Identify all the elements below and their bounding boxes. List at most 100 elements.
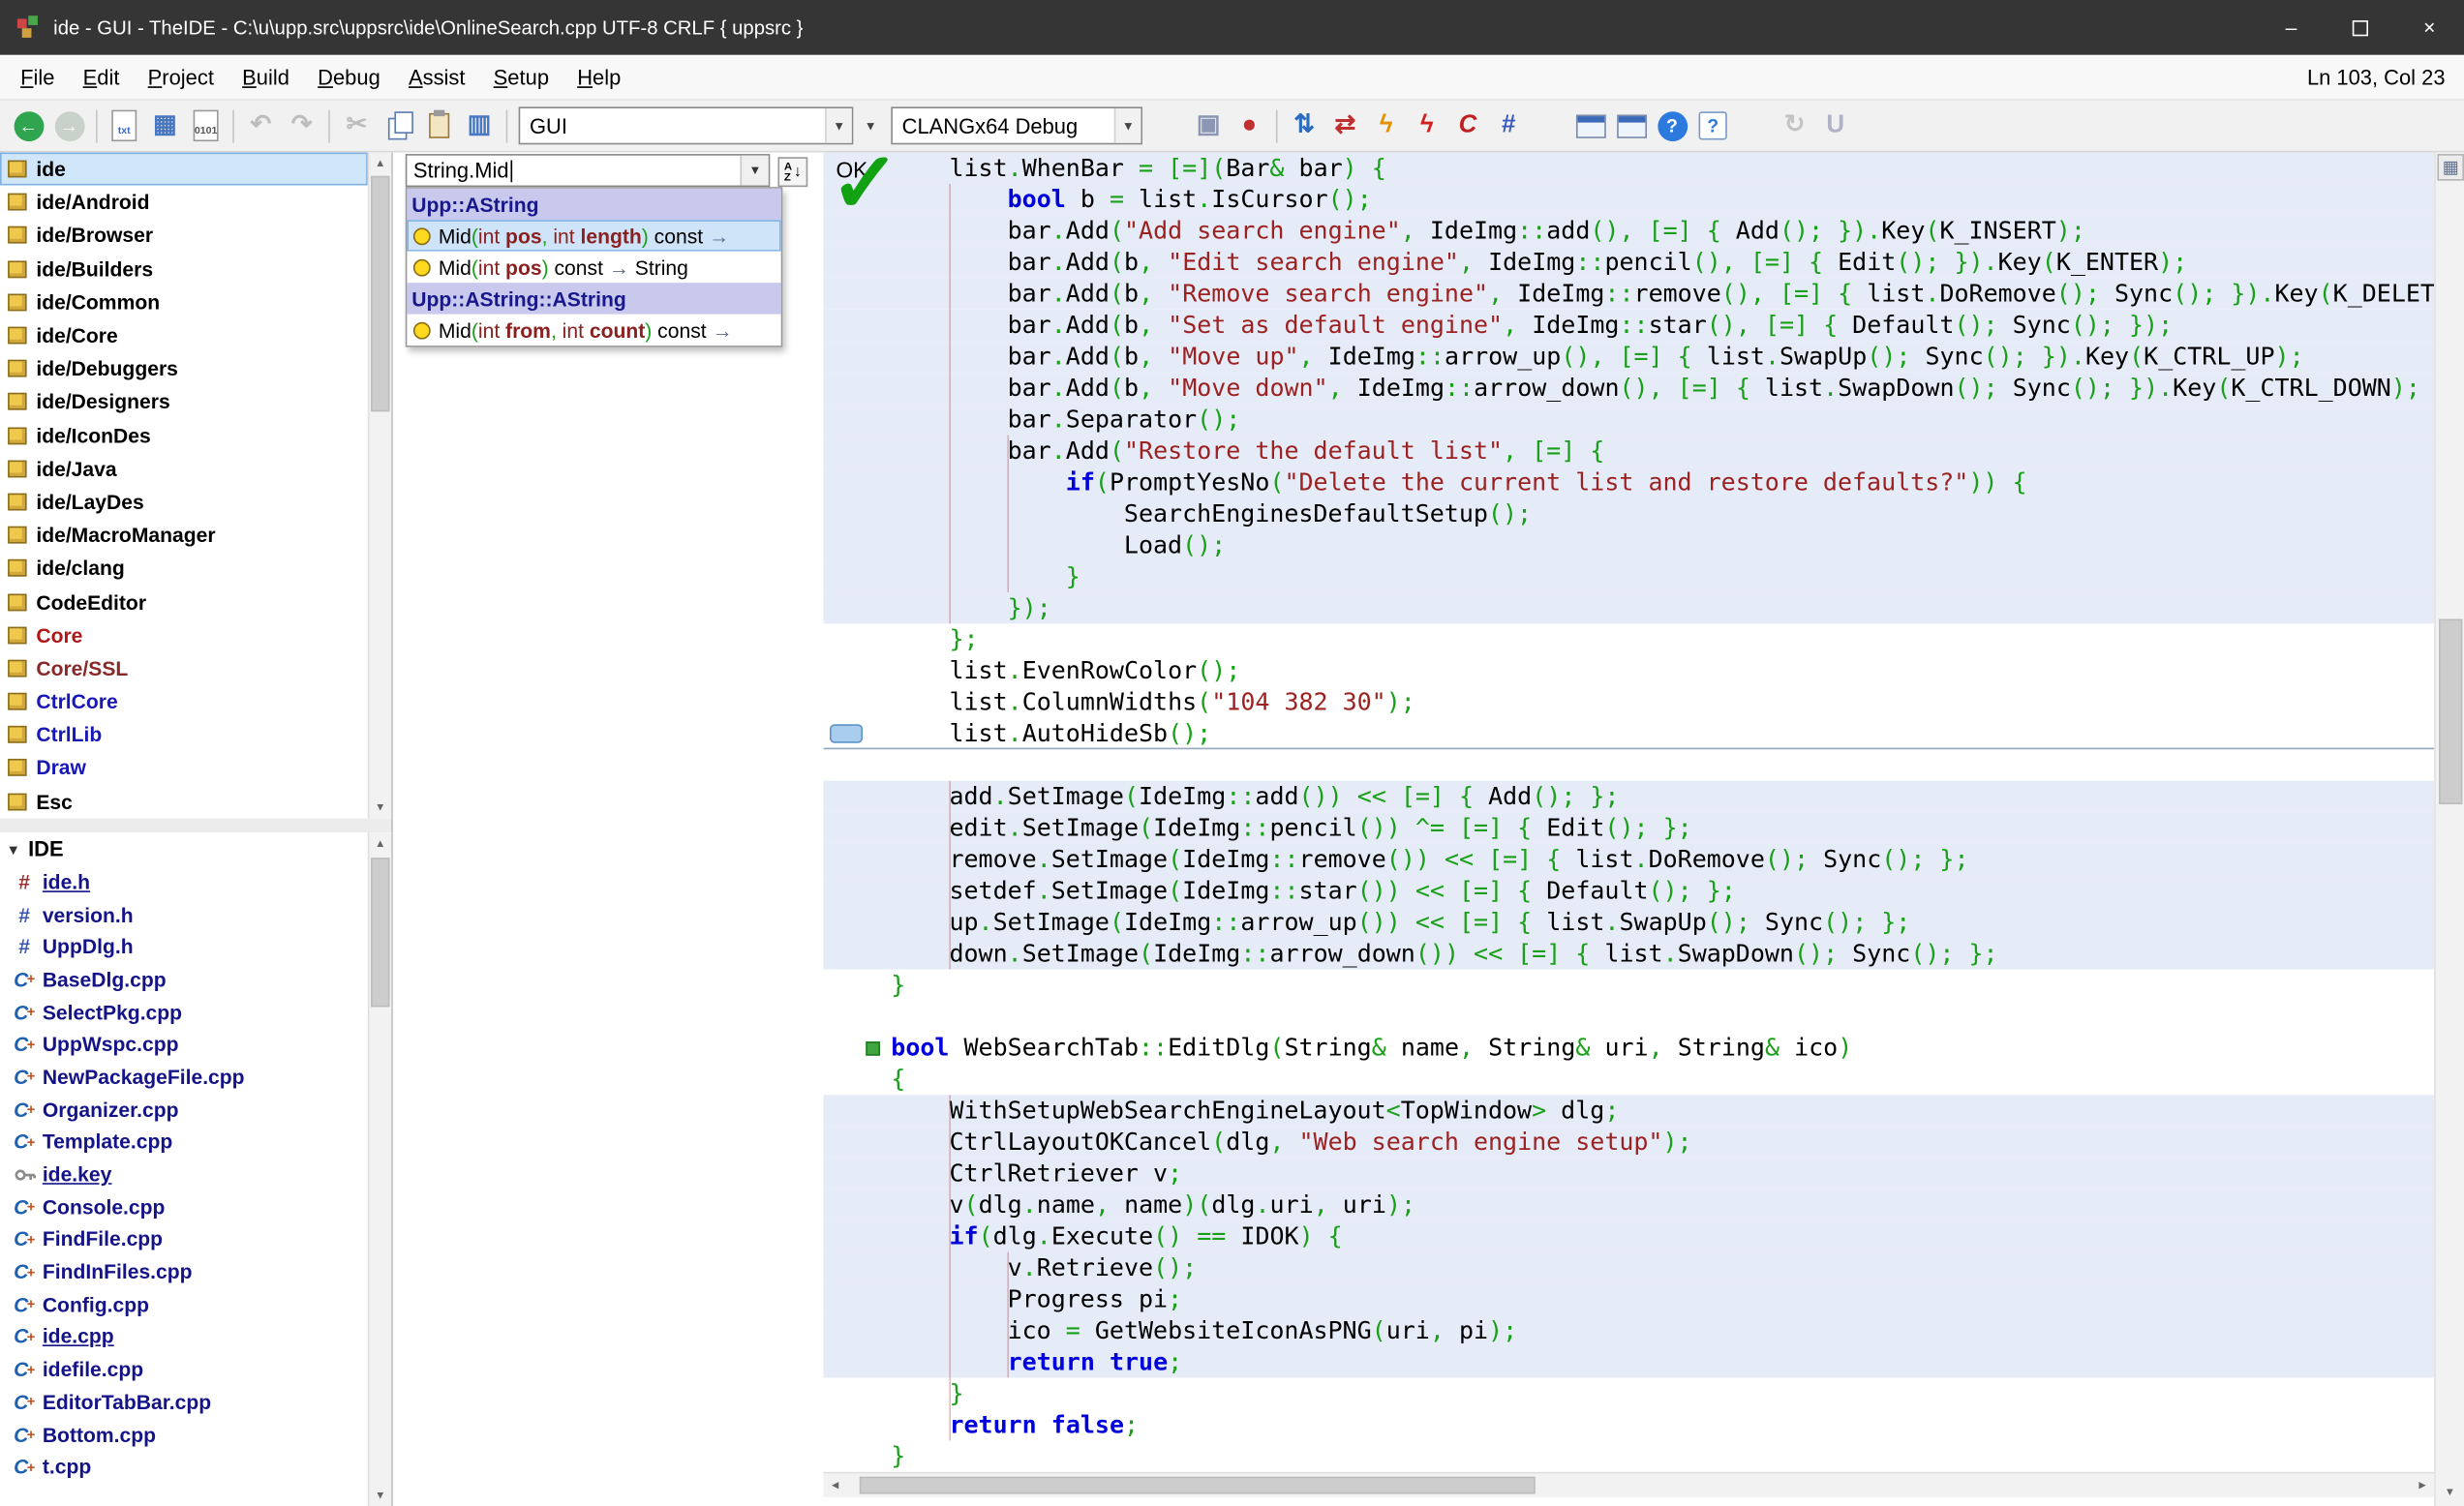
code-line[interactable] (823, 1001, 2434, 1032)
package-item[interactable]: ide/LayDes (0, 485, 368, 518)
code-line[interactable]: bool WebSearchTab::EditDlg(String& name,… (823, 1032, 2434, 1063)
code-line[interactable]: ico = GetWebsiteIconAsPNG(uri, pi); (823, 1315, 2434, 1346)
scrollbar-thumb[interactable] (371, 176, 389, 411)
code-line[interactable]: add.SetImage(IdeImg::add()) << [=] { Add… (823, 781, 2434, 812)
code-line[interactable]: if(dlg.Execute() == IDOK) { (823, 1220, 2434, 1251)
package-item[interactable]: ide/Android (0, 186, 368, 219)
editor-hscrollbar[interactable]: ◂ ▸ (823, 1472, 2434, 1497)
package-cherry-button[interactable]: ● (1229, 105, 1269, 146)
help-button[interactable]: ? (1652, 105, 1692, 146)
package-item[interactable]: ide/Core (0, 318, 368, 351)
package-scrollbar[interactable]: ▲ ▼ (368, 152, 391, 818)
code-line[interactable]: v.Retrieve(); (823, 1252, 2434, 1283)
package-item[interactable]: ide/Builders (0, 253, 368, 286)
binary-file-button[interactable]: 0101 (186, 105, 227, 146)
scroll-down-icon[interactable]: ▼ (2436, 1482, 2464, 1504)
code-line[interactable]: list.AutoHideSb(); (823, 718, 2434, 749)
sync-files-button[interactable]: ⇅ (1284, 105, 1324, 146)
build-method-combo[interactable]: CLANGx64 Debug▼ (891, 106, 1142, 144)
file-item[interactable]: C+t.cpp (0, 1451, 368, 1484)
cut-button[interactable]: ✂ (336, 105, 377, 146)
code-line[interactable]: }; (823, 623, 2434, 654)
code-line[interactable]: list.WhenBar = [=](Bar& bar) { (823, 152, 2434, 183)
assist-item[interactable]: Mid(int from, int count) const → (407, 315, 780, 346)
code-line[interactable]: Progress pi; (823, 1283, 2434, 1314)
package-item[interactable]: Esc (0, 785, 368, 818)
undo-button[interactable]: ↶ (240, 105, 281, 146)
editor-vscrollbar[interactable]: ▦ ▼ (2434, 152, 2464, 1506)
package-item[interactable]: ide/Java (0, 452, 368, 485)
scrollbar-thumb[interactable] (860, 1477, 1536, 1494)
file-item[interactable]: C+ide.cpp (0, 1320, 368, 1353)
collapse-icon[interactable]: ▼ (6, 841, 19, 857)
editor-splitter-icon[interactable]: ▦ (2437, 154, 2464, 181)
file-item[interactable]: C+EditorTabBar.cpp (0, 1386, 368, 1419)
code-line[interactable]: } (823, 969, 2434, 1000)
package-organizer-button[interactable]: ▣ (1188, 105, 1229, 146)
code-editor[interactable]: list.WhenBar = [=](Bar& bar) { bool b = … (823, 152, 2434, 1471)
upp-button[interactable]: U (1815, 105, 1856, 146)
package-item[interactable]: CtrlCore (0, 685, 368, 718)
file-item[interactable]: C+UppWspc.cpp (0, 1028, 368, 1061)
main-package-combo[interactable]: GUI▼ (519, 106, 854, 144)
code-line[interactable]: CtrlLayoutOKCancel(dlg, "Web search engi… (823, 1127, 2434, 1158)
menu-setup[interactable]: Setup (479, 55, 563, 99)
code-line[interactable]: Load(); (823, 529, 2434, 560)
minimize-button[interactable]: – (2257, 0, 2326, 55)
code-line[interactable]: list.EvenRowColor(); (823, 655, 2434, 686)
package-item[interactable]: ide/clang (0, 552, 368, 585)
package-item[interactable]: Core/SSL (0, 651, 368, 684)
chevron-down-icon[interactable]: ▼ (740, 156, 768, 186)
package-item[interactable]: CodeEditor (0, 585, 368, 617)
package-item[interactable]: ide (0, 152, 368, 185)
code-line[interactable]: bar.Add("Add search engine", IdeImg::add… (823, 215, 2434, 246)
menu-help[interactable]: Help (563, 55, 635, 99)
forward-button[interactable]: → (48, 105, 89, 146)
code-line[interactable]: bar.Add(b, "Set as default engine", IdeI… (823, 310, 2434, 341)
file-item[interactable]: C+FindFile.cpp (0, 1223, 368, 1256)
hscroll-track[interactable] (847, 1473, 2411, 1496)
close-button[interactable]: × (2395, 0, 2464, 55)
file-item[interactable]: #UppDlg.h (0, 930, 368, 963)
file-item[interactable]: C+Template.cpp (0, 1126, 368, 1159)
menu-project[interactable]: Project (134, 55, 228, 99)
code-line[interactable]: return false; (823, 1409, 2434, 1440)
code-line[interactable]: bar.Add(b, "Remove search engine", IdeIm… (823, 278, 2434, 309)
menu-file[interactable]: File (6, 55, 69, 99)
clean-button[interactable]: C (1447, 105, 1488, 146)
preprocess-button[interactable]: # (1488, 105, 1529, 146)
file-item[interactable]: C+Organizer.cpp (0, 1093, 368, 1126)
file-item[interactable]: C+Bottom.cpp (0, 1418, 368, 1451)
package-item[interactable]: ide/Browser (0, 219, 368, 252)
assist-item[interactable]: Mid(int pos, int length) const → (407, 220, 780, 251)
context-help-button[interactable]: ? (1692, 105, 1733, 146)
file-scrollbar[interactable]: ▲ ▼ (368, 832, 391, 1506)
package-item[interactable]: Draw (0, 751, 368, 784)
select-all-button[interactable]: ▥ (459, 105, 500, 146)
scroll-up-icon[interactable]: ▲ (369, 832, 391, 855)
code-line[interactable]: bool b = list.IsCursor(); (823, 184, 2434, 215)
scroll-left-icon[interactable]: ◂ (823, 1477, 846, 1494)
code-line[interactable] (823, 749, 2434, 780)
code-line[interactable]: bar.Separator(); (823, 404, 2434, 435)
code-line[interactable]: } (823, 1377, 2434, 1408)
refresh-button[interactable]: ↻ (1774, 105, 1814, 146)
grid-view-button[interactable]: ▦ (144, 105, 185, 146)
vscroll-track[interactable] (2436, 182, 2464, 1480)
run-options-button[interactable] (1611, 105, 1652, 146)
code-line[interactable]: CtrlRetriever v; (823, 1158, 2434, 1189)
code-line[interactable]: down.SetImage(IdeImg::arrow_down()) << [… (823, 938, 2434, 969)
redo-button[interactable]: ↷ (282, 105, 322, 146)
text-file-button[interactable]: txt (104, 105, 144, 146)
file-item[interactable]: C+Config.cpp (0, 1288, 368, 1321)
menu-debug[interactable]: Debug (304, 55, 395, 99)
file-item[interactable]: C+BaseDlg.cpp (0, 963, 368, 996)
package-item[interactable]: CtrlLib (0, 718, 368, 751)
panel-splitter[interactable] (0, 819, 393, 833)
build-button[interactable]: ϟ (1365, 105, 1406, 146)
copy-button[interactable] (378, 105, 418, 146)
package-item[interactable]: ide/Designers (0, 385, 368, 418)
code-line[interactable]: setdef.SetImage(IdeImg::star()) << [=] {… (823, 875, 2434, 906)
paste-button[interactable] (418, 105, 459, 146)
package-item[interactable]: ide/Debuggers (0, 352, 368, 385)
